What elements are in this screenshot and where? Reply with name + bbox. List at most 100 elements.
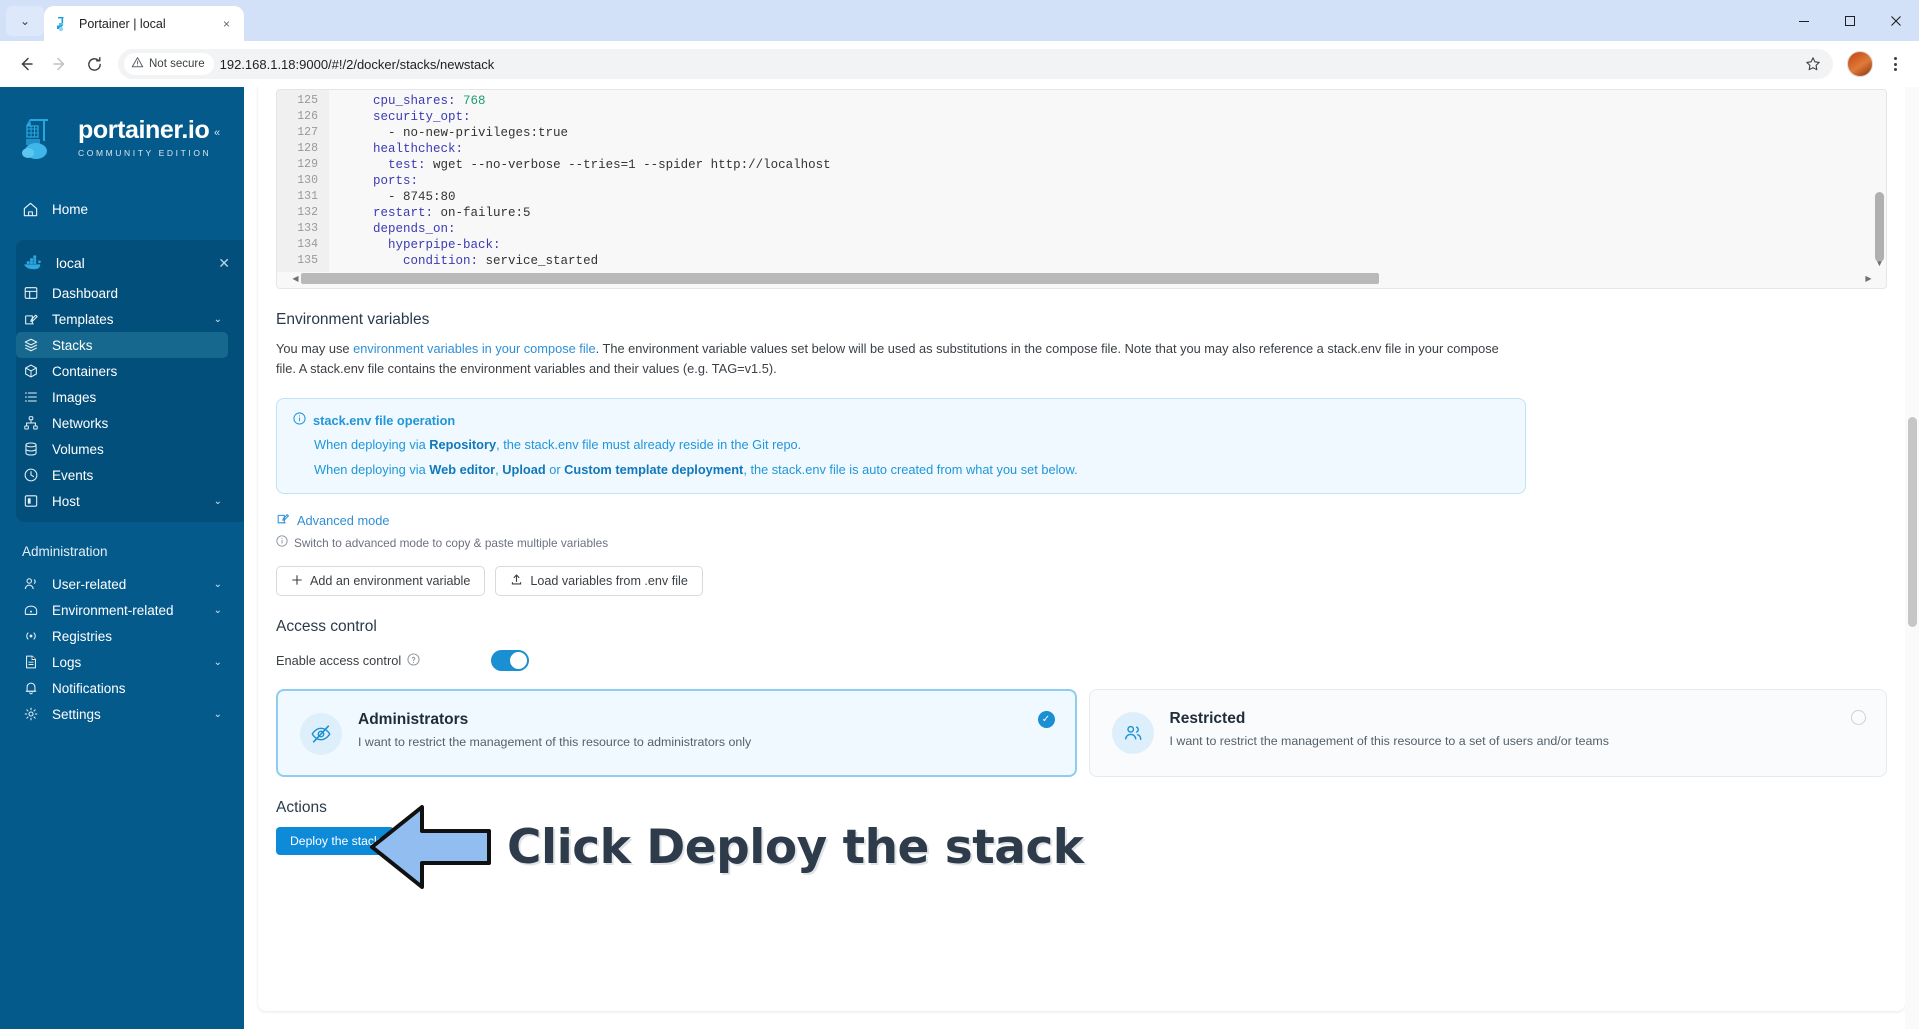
tab-close-icon[interactable]: × xyxy=(218,15,235,32)
window-maximize-button[interactable] xyxy=(1827,0,1873,41)
sidebar-item-label: Events xyxy=(52,467,94,483)
window-controls xyxy=(1781,0,1919,41)
line-number: 133 xyxy=(297,222,318,235)
question-circle-icon[interactable] xyxy=(407,652,420,669)
sidebar-item-label: Registries xyxy=(52,628,113,644)
chevron-down-icon[interactable]: ⌄ xyxy=(214,496,222,507)
access-option-restricted[interactable]: Restricted I want to restrict the manage… xyxy=(1088,689,1887,777)
line2-bold1: Web editor xyxy=(429,462,496,477)
editor-vertical-scrollbar[interactable]: ▼ xyxy=(1875,92,1884,268)
scroll-left-arrow-icon[interactable]: ◀ xyxy=(290,274,301,283)
address-bar[interactable]: Not secure 192.168.1.18:9000/#!/2/docker… xyxy=(118,49,1833,79)
scroll-right-arrow-icon[interactable]: ▶ xyxy=(1863,274,1874,283)
sidebar-item-user-related[interactable]: User-related ⌄ xyxy=(0,571,244,597)
code-line: cpu_shares: 768 xyxy=(373,94,486,108)
forward-button[interactable] xyxy=(44,48,76,80)
code-area[interactable]: 125 126 127 128 129 130 131 132 133 134 xyxy=(277,90,1886,272)
portainer-logo-icon xyxy=(22,113,68,163)
sidebar-environment-header[interactable]: local ✕ xyxy=(16,246,244,280)
sidebar-item-stacks[interactable]: Stacks xyxy=(16,332,228,358)
add-environment-variable-label: Add an environment variable xyxy=(310,574,471,588)
browser-window: ⌄ Portainer | local × Not secure 192.168… xyxy=(0,0,1919,1029)
editor-horizontal-scroll-thumb[interactable] xyxy=(301,273,1379,284)
sidebar-item-events[interactable]: Events xyxy=(16,462,244,488)
line1-bold: Repository xyxy=(429,437,497,452)
load-variables-button[interactable]: Load variables from .env file xyxy=(495,566,703,596)
editor-vertical-scroll-thumb[interactable] xyxy=(1875,192,1884,262)
chevron-down-icon[interactable]: ⌄ xyxy=(214,657,222,668)
sidebar-item-host[interactable]: Host ⌄ xyxy=(16,488,244,514)
access-control-toggle-row: Enable access control xyxy=(276,650,1887,671)
scroll-down-arrow-icon[interactable]: ▼ xyxy=(1875,259,1884,268)
sidebar-item-home[interactable]: Home xyxy=(0,195,244,224)
code-line: depends_on: xyxy=(373,222,456,236)
sidebar-item-label: Dashboard xyxy=(52,285,119,301)
sidebar: portainer.io COMMUNITY EDITION « Home lo… xyxy=(0,87,244,1029)
chevron-down-icon[interactable]: ⌄ xyxy=(214,314,222,325)
chevron-down-icon[interactable]: ⌄ xyxy=(214,579,222,590)
environment-icon xyxy=(22,602,39,619)
sidebar-item-templates[interactable]: Templates ⌄ xyxy=(16,306,244,332)
dashboard-icon xyxy=(22,285,39,302)
window-close-button[interactable] xyxy=(1873,0,1919,41)
access-control-options: Administrators I want to restrict the ma… xyxy=(276,689,1887,777)
add-environment-variable-button[interactable]: Add an environment variable xyxy=(276,566,486,596)
sidebar-item-label: Volumes xyxy=(52,441,104,457)
sidebar-item-networks[interactable]: Networks xyxy=(16,410,244,436)
sidebar-item-dashboard[interactable]: Dashboard xyxy=(16,280,244,306)
sidebar-item-environment-related[interactable]: Environment-related ⌄ xyxy=(0,597,244,623)
sidebar-item-label: Networks xyxy=(52,415,109,431)
sidebar-collapse-button[interactable]: « xyxy=(206,122,228,144)
browser-menu-button[interactable] xyxy=(1881,50,1909,78)
editor-horizontal-scrollbar[interactable]: ◀ ▶ xyxy=(290,272,1874,285)
logs-icon xyxy=(22,654,39,671)
profile-avatar[interactable] xyxy=(1847,51,1873,77)
chevron-down-icon[interactable]: ⌄ xyxy=(214,605,222,616)
enable-access-control-toggle[interactable] xyxy=(491,650,529,671)
users-icon xyxy=(22,576,39,593)
access-option-administrators[interactable]: Administrators I want to restrict the ma… xyxy=(276,689,1077,777)
advanced-mode-row[interactable]: Advanced mode xyxy=(276,511,1887,530)
window-minimize-button[interactable] xyxy=(1781,0,1827,41)
reload-button[interactable] xyxy=(78,48,110,80)
compose-file-docs-link[interactable]: environment variables in your compose fi… xyxy=(353,341,596,356)
unselected-radio-icon[interactable] xyxy=(1851,710,1866,725)
chevron-down-icon[interactable]: ⌄ xyxy=(214,709,222,720)
url-text[interactable]: 192.168.1.18:9000/#!/2/docker/stacks/new… xyxy=(220,57,1795,72)
enable-access-control-label: Enable access control xyxy=(276,653,402,668)
sidebar-item-volumes[interactable]: Volumes xyxy=(16,436,244,462)
sidebar-item-notifications[interactable]: Notifications xyxy=(0,675,244,701)
line-number: 125 xyxy=(297,94,318,107)
advanced-mode-link[interactable]: Advanced mode xyxy=(297,513,389,528)
code-lines[interactable]: cpu_shares: 768 security_opt: - no-new-p… xyxy=(329,90,1886,272)
sidebar-item-label: Logs xyxy=(52,654,82,670)
environment-variables-description: You may use environment variables in you… xyxy=(276,339,1516,379)
sidebar-item-containers[interactable]: Containers xyxy=(16,358,244,384)
load-variables-label: Load variables from .env file xyxy=(530,574,688,588)
left-arrow-annotation-icon xyxy=(370,805,491,889)
line-number: 130 xyxy=(297,174,318,187)
edit-square-icon xyxy=(276,511,290,530)
info-box-line-2: When deploying via Web editor, Upload or… xyxy=(293,461,1509,478)
page-scrollbar[interactable] xyxy=(1905,87,1919,1029)
images-icon xyxy=(22,389,39,406)
sidebar-item-registries[interactable]: Registries xyxy=(0,623,244,649)
sidebar-item-settings[interactable]: Settings ⌄ xyxy=(0,701,244,727)
back-button[interactable] xyxy=(10,48,42,80)
site-security-badge[interactable]: Not secure xyxy=(124,53,214,75)
browser-tab[interactable]: Portainer | local × xyxy=(44,6,244,41)
bookmark-star-icon[interactable] xyxy=(1801,52,1825,76)
tab-search-chevron-icon[interactable]: ⌄ xyxy=(6,6,44,36)
sidebar-item-logs[interactable]: Logs ⌄ xyxy=(0,649,244,675)
sidebar-section-administration: Administration xyxy=(22,544,108,559)
brand-subtitle: COMMUNITY EDITION xyxy=(78,148,212,158)
stack-env-info-box: stack.env file operation When deploying … xyxy=(276,398,1526,494)
page-scroll-thumb[interactable] xyxy=(1908,417,1917,627)
sidebar-item-images[interactable]: Images xyxy=(16,384,244,410)
compose-editor[interactable]: 125 126 127 128 129 130 131 132 133 134 xyxy=(276,89,1887,289)
code-line: condition: service_started xyxy=(403,254,599,268)
sidebar-environment-close-icon[interactable]: ✕ xyxy=(218,255,230,272)
desc-part-1: You may use xyxy=(276,341,354,356)
plus-icon xyxy=(291,574,303,589)
code-line: security_opt: xyxy=(373,110,471,124)
